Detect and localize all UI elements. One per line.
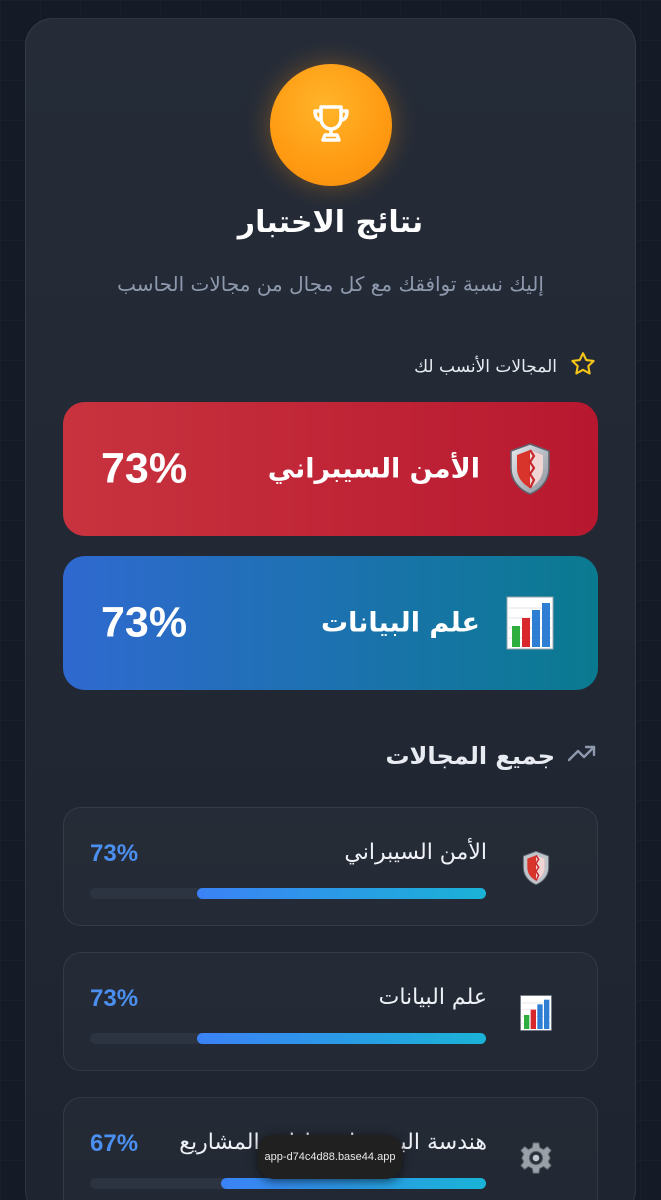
field-percent: 73% [90, 840, 139, 867]
gear-icon [519, 1138, 553, 1178]
progress-fill [220, 1178, 486, 1189]
top-fields-heading: المجالات الأنسب لك [414, 350, 597, 383]
top-field-card-cybersecurity[interactable]: الأمن السيبراني 73% [63, 402, 598, 536]
star-icon [569, 350, 597, 383]
all-fields-heading: جميع المجالات [385, 742, 597, 770]
trophy-badge [270, 64, 392, 186]
top-fields-heading-text: المجالات الأنسب لك [414, 356, 557, 377]
top-field-label: الأمن السيبراني [267, 453, 480, 485]
progress-track [90, 1178, 486, 1189]
top-field-card-data-science[interactable]: علم البيانات 73% [63, 556, 598, 690]
page-title: نتائج الاختبار [237, 205, 424, 240]
page-subtitle: إليك نسبة توافقك مع كل مجال من مجالات ال… [117, 272, 544, 296]
bar-chart-icon [519, 993, 553, 1033]
top-field-percent: 73% [101, 444, 188, 493]
trending-up-icon [567, 742, 597, 770]
progress-fill [196, 888, 486, 899]
field-percent: 73% [90, 985, 139, 1012]
progress-track [90, 1033, 486, 1044]
bar-chart-icon [506, 595, 554, 651]
field-label: الأمن السيبراني [344, 840, 487, 865]
progress-fill [196, 1033, 486, 1044]
url-toast: app-d74c4d88.base44.app [258, 1135, 402, 1179]
progress-track [90, 888, 486, 899]
top-field-label: علم البيانات [320, 607, 480, 639]
trophy-icon [306, 98, 356, 152]
top-field-percent: 73% [101, 598, 188, 647]
field-percent: 67% [90, 1130, 139, 1157]
shield-icon [519, 848, 553, 888]
all-fields-heading-text: جميع المجالات [385, 742, 555, 770]
field-label: علم البيانات [378, 985, 487, 1010]
field-row-cybersecurity[interactable]: الأمن السيبراني 73% [63, 807, 598, 926]
field-row-data-science[interactable]: علم البيانات 73% [63, 952, 598, 1071]
shield-icon [506, 441, 554, 497]
